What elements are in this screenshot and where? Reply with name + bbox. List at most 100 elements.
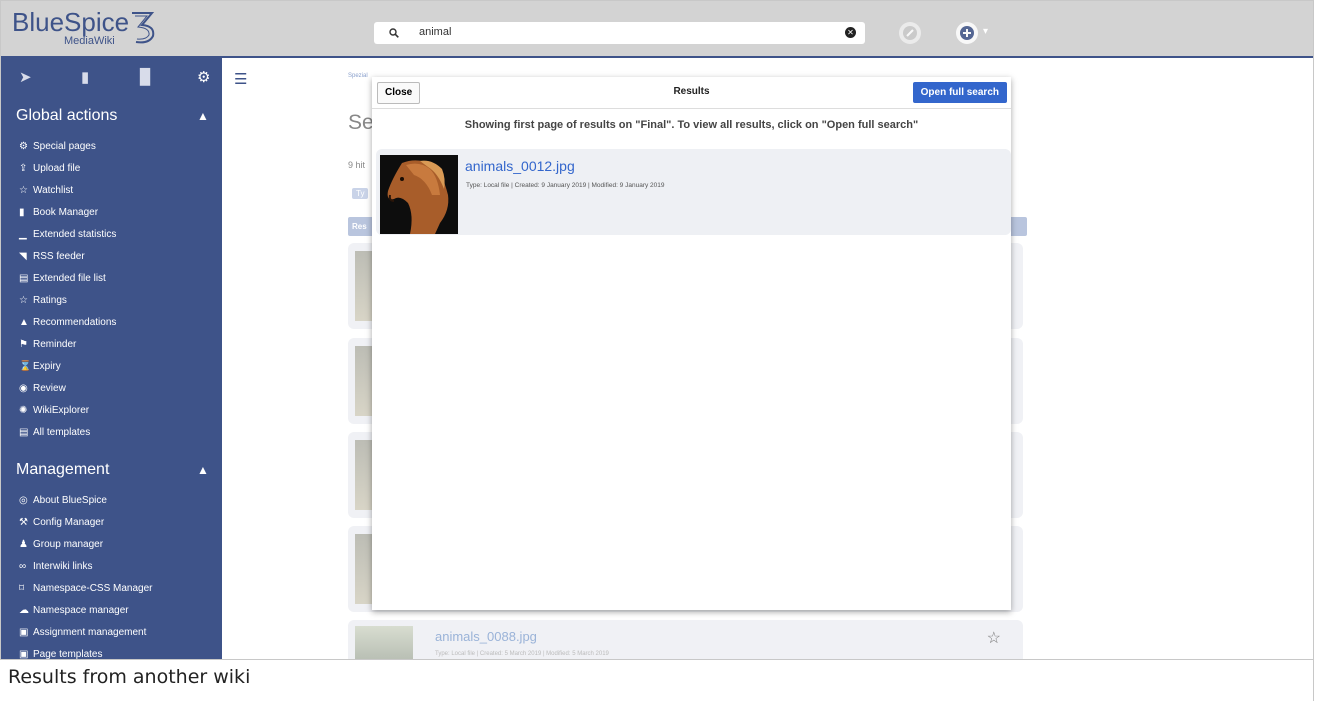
sidebar-item[interactable]: ◉ Review xyxy=(1,378,222,400)
sidebar-item-label: Book Manager xyxy=(33,207,99,218)
sidebar-item[interactable]: ▲ Recommendations xyxy=(1,312,222,334)
sidebar-item-label: Group manager xyxy=(33,539,104,550)
hits-count: 9 hit xyxy=(348,160,366,170)
sidebar: ➤ ▮ ▉ ⚙ Global actions ▲ ⚙ Special pages ⇪… xyxy=(1,58,222,659)
figure-caption: Results from another wiki xyxy=(8,666,251,688)
sidebar-item[interactable]: ✺ WikiExplorer xyxy=(1,400,222,422)
info-icon: ◎ xyxy=(19,495,28,506)
page-title: Se xyxy=(348,111,374,134)
rss-icon: ◥ xyxy=(19,251,27,262)
hamburger-menu-icon[interactable]: ☰ xyxy=(234,70,247,88)
management-heading[interactable]: Management ▲ xyxy=(1,450,222,490)
sidebar-item[interactable]: ☁ Namespace manager xyxy=(1,600,222,622)
sidebar-item-label: Ratings xyxy=(33,295,67,306)
edit-button[interactable] xyxy=(899,22,921,44)
result-meta: Type: Local file | Created: 5 March 2019… xyxy=(435,651,609,657)
pages-icon[interactable]: ▮ xyxy=(81,68,89,86)
template-icon: ▤ xyxy=(19,427,29,438)
flag-icon: ⚑ xyxy=(19,339,28,350)
sidebar-item-label: Namespace-CSS Manager xyxy=(33,583,153,594)
eye-icon: ◉ xyxy=(19,383,28,394)
upload-icon: ⇪ xyxy=(19,163,28,174)
sidebar-item-label: Page templates xyxy=(33,649,103,660)
results-notice: Showing first page of results on "Final"… xyxy=(464,119,919,131)
sidebar-item[interactable]: ▮ Book Manager xyxy=(1,202,222,224)
sidebar-item-label: Expiry xyxy=(33,361,61,372)
sidebar-item-label: Upload file xyxy=(33,163,81,174)
add-button[interactable] xyxy=(956,22,978,44)
gear-icon[interactable]: ⚙ xyxy=(197,68,210,86)
chevron-up-icon[interactable]: ▲ xyxy=(197,450,209,490)
paint-icon: ⌑ xyxy=(19,583,25,594)
management-title: Management xyxy=(16,461,110,478)
star-icon: ☆ xyxy=(19,295,28,306)
sidebar-item[interactable]: ⚑ Reminder xyxy=(1,334,222,356)
result-title-link[interactable]: animals_0088.jpg xyxy=(435,629,537,644)
search-box[interactable]: animal ✕ xyxy=(374,22,865,44)
sidebar-item-label: All templates xyxy=(33,427,91,438)
sidebar-item-label: Interwiki links xyxy=(33,561,93,572)
chart-icon: ▁ xyxy=(19,229,27,240)
cloud-icon: ☁ xyxy=(19,605,29,616)
caption-border xyxy=(1313,658,1314,701)
sidebar-item-label: WikiExplorer xyxy=(33,405,90,416)
sidebar-item-label: Assignment management xyxy=(33,627,147,638)
logo-subtitle: MediaWiki xyxy=(64,35,115,47)
horse-thumbnail[interactable] xyxy=(380,155,458,234)
sidebar-item-label: Extended statistics xyxy=(33,229,117,240)
sidebar-item-label: About BlueSpice xyxy=(33,495,107,506)
chevron-down-icon[interactable]: ▾ xyxy=(983,26,988,37)
logo-three-icon xyxy=(132,12,155,44)
top-bar: BlueSpice MediaWiki animal ✕ ▾ xyxy=(1,1,1313,58)
sidebar-item[interactable]: ▣ Assignment management xyxy=(1,622,222,644)
sidebar-item[interactable]: ▤ All templates xyxy=(1,422,222,444)
search-result-item[interactable]: animals_0012.jpg Type: Local file | Crea… xyxy=(376,149,1011,235)
search-icon xyxy=(389,28,399,38)
sidebar-item[interactable]: ☆ Ratings xyxy=(1,290,222,312)
sidebar-item[interactable]: ♟ Group manager xyxy=(1,534,222,556)
sidebar-item[interactable]: ▣ Page templates xyxy=(1,644,222,660)
sidebar-item[interactable]: ⚙ Special pages xyxy=(1,136,222,158)
navigation-icon[interactable]: ➤ xyxy=(19,68,32,86)
sidebar-item-label: Reminder xyxy=(33,339,77,350)
sidebar-item[interactable]: ⌛ Expiry xyxy=(1,356,222,378)
global-actions-heading[interactable]: Global actions ▲ xyxy=(1,96,222,136)
bluespice-logo[interactable]: BlueSpice MediaWiki xyxy=(10,7,162,47)
star-icon[interactable]: ☆ xyxy=(987,628,1001,648)
sidebar-item-label: Recommendations xyxy=(33,317,117,328)
clear-search-icon[interactable]: ✕ xyxy=(845,27,856,38)
compass-icon: ✺ xyxy=(19,405,28,416)
chevron-up-icon[interactable]: ▲ xyxy=(197,96,209,136)
sidebar-item[interactable]: ◥ RSS feeder xyxy=(1,246,222,268)
page-icon: ▣ xyxy=(19,649,29,660)
sidebar-item[interactable]: ∞ Interwiki links xyxy=(1,556,222,578)
result-title-link[interactable]: animals_0012.jpg xyxy=(465,158,575,174)
plus-icon xyxy=(960,26,974,40)
sidebar-item[interactable]: ▁ Extended statistics xyxy=(1,224,222,246)
sidebar-item-label: Config Manager xyxy=(33,517,105,528)
sidebar-item-label: Review xyxy=(33,383,66,394)
hourglass-icon: ⌛ xyxy=(19,361,32,372)
sidebar-item-label: Special pages xyxy=(33,141,96,152)
sidebar-item[interactable]: ◎ About BlueSpice xyxy=(1,490,222,512)
app-window: BlueSpice MediaWiki animal ✕ ▾ ➤ ▮ ▉ ⚙ G… xyxy=(0,0,1314,660)
search-input[interactable]: animal xyxy=(419,26,451,38)
open-full-search-button[interactable]: Open full search xyxy=(912,82,1007,103)
sidebar-item[interactable]: ⚒ Config Manager xyxy=(1,512,222,534)
sidebar-item[interactable]: ⌑ Namespace-CSS Manager xyxy=(1,578,222,600)
breadcrumb[interactable]: Spezial xyxy=(348,73,368,79)
results-dialog: Close Results Open full search Showing f… xyxy=(372,77,1011,610)
assign-icon: ▣ xyxy=(19,627,29,638)
special-pages-icon: ⚙ xyxy=(19,141,28,152)
global-actions-title: Global actions xyxy=(16,107,118,124)
clipboard-icon[interactable]: ▉ xyxy=(140,68,152,86)
sidebar-item[interactable]: ☆ Watchlist xyxy=(1,180,222,202)
type-filter-chip[interactable]: Ty xyxy=(352,188,369,199)
sidebar-item[interactable]: ▤ Extended file list xyxy=(1,268,222,290)
wrench-icon: ⚒ xyxy=(19,517,28,528)
star-icon: ☆ xyxy=(19,185,28,196)
list-item[interactable]: animals_0088.jpg Type: Local file | Crea… xyxy=(348,620,1023,659)
global-actions-list: ⚙ Special pages ⇪ Upload file ☆ Watchlist ▮ Boo… xyxy=(1,136,222,444)
result-meta: Type: Local file | Created: 9 January 20… xyxy=(466,182,665,189)
sidebar-item[interactable]: ⇪ Upload file xyxy=(1,158,222,180)
